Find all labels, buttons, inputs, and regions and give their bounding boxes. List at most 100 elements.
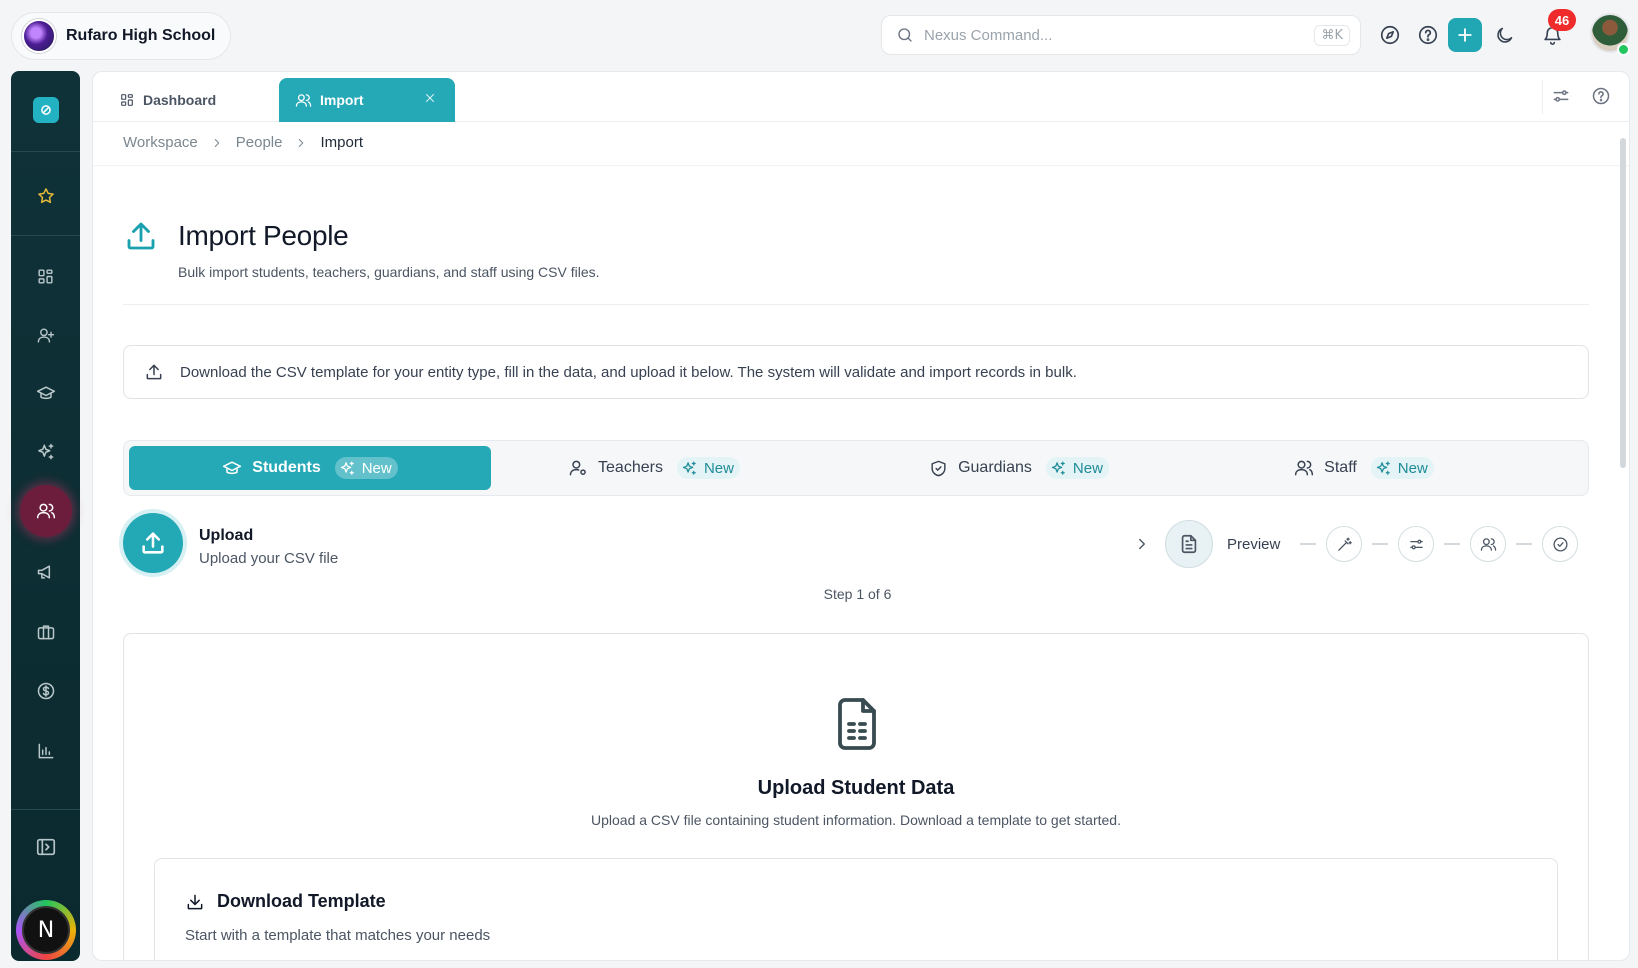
sidebar-divider <box>11 809 80 810</box>
tab-import-label: Import <box>320 92 364 108</box>
entity-tab-teachers[interactable]: Teachers New <box>554 446 754 490</box>
tab-bar: Dashboard Import <box>93 72 1629 122</box>
close-tab-icon[interactable] <box>423 91 437 105</box>
sidebar-divider <box>11 235 80 236</box>
magic-wand-icon <box>1338 536 1352 551</box>
school-switcher[interactable]: Rufaro High School <box>11 12 231 60</box>
breadcrumb-divider <box>93 165 1629 166</box>
breadcrumb-import: Import <box>320 134 363 151</box>
star-icon <box>37 188 54 204</box>
step-counter: Step 1 of 6 <box>823 586 892 602</box>
upload-title: Upload Student Data <box>757 777 955 799</box>
search-placeholder: Nexus Command... <box>924 26 1053 44</box>
main-panel: Dashboard Import Workspace People Import <box>92 71 1630 961</box>
upload-subtitle: Upload a CSV file containing student inf… <box>591 812 1121 828</box>
download-icon <box>187 894 203 909</box>
entity-tab-staff[interactable]: Staff New <box>1279 446 1449 490</box>
compass-icon[interactable] <box>1376 21 1404 49</box>
chevron-right-icon <box>210 136 224 150</box>
entity-tab-guardians[interactable]: Guardians New <box>909 446 1129 490</box>
download-template-subtitle: Start with a template that matches your … <box>185 927 491 944</box>
tab-import[interactable]: Import <box>279 78 455 122</box>
upload-icon <box>142 532 164 554</box>
sparkles-icon <box>37 443 53 460</box>
create-button[interactable] <box>1448 18 1482 52</box>
sidebar-item-portfolio[interactable] <box>11 612 80 652</box>
school-name: Rufaro High School <box>66 27 216 44</box>
breadcrumb-people[interactable]: People <box>236 134 283 151</box>
entity-tab-label: Staff <box>1324 459 1357 476</box>
filter-settings-icon[interactable] <box>1551 86 1571 106</box>
sidebar-item-announcements[interactable] <box>11 552 80 592</box>
sliders-icon <box>1410 539 1423 549</box>
bar-chart-icon <box>38 743 53 759</box>
step-complete[interactable] <box>1542 526 1579 562</box>
sidebar-item-academics[interactable] <box>11 373 80 413</box>
panel-help-icon[interactable] <box>1591 86 1611 106</box>
chevron-right-icon <box>294 136 308 150</box>
current-step-title: Upload <box>199 527 254 544</box>
check-circle-icon <box>1553 536 1568 552</box>
user-initial: N <box>22 906 70 954</box>
sidebar-item-reports[interactable] <box>11 731 80 771</box>
chevron-right-icon <box>1133 535 1151 553</box>
toolbar-divider <box>1542 80 1543 114</box>
sidebar-item-favorites[interactable] <box>11 176 80 216</box>
tab-dashboard[interactable]: Dashboard <box>119 78 216 122</box>
sidebar-brand[interactable] <box>11 90 80 130</box>
breadcrumb-workspace[interactable]: Workspace <box>123 134 198 151</box>
new-badge: New <box>334 457 398 479</box>
user-plus-icon <box>37 327 55 343</box>
sidebar-item-people[interactable] <box>11 481 80 541</box>
users-icon <box>1295 460 1314 476</box>
info-banner: Download the CSV template for your entit… <box>123 345 1589 399</box>
new-badge: New <box>676 457 740 479</box>
entity-tab-label: Students <box>252 459 321 476</box>
breadcrumb: Workspace People Import <box>123 134 363 151</box>
sidebar: N <box>11 71 80 961</box>
dark-mode-icon[interactable] <box>1490 21 1518 49</box>
upload-icon <box>144 362 164 382</box>
download-template-card[interactable]: Download Template Start with a template … <box>154 858 1558 960</box>
entity-tab-students[interactable]: Students New <box>129 446 491 490</box>
notification-badge: 46 <box>1548 9 1576 31</box>
help-icon[interactable] <box>1414 21 1442 49</box>
graduation-cap-icon <box>223 461 242 475</box>
grid-icon <box>38 268 53 284</box>
new-badge: New <box>1045 457 1109 479</box>
step-transform[interactable] <box>1326 526 1363 562</box>
step-preview[interactable] <box>1165 520 1213 568</box>
dollar-icon <box>37 682 54 700</box>
user-menu-badge[interactable]: N <box>16 900 76 960</box>
sidebar-item-finance[interactable] <box>11 671 80 711</box>
search-icon <box>896 26 914 44</box>
file-text-icon <box>1181 534 1197 554</box>
online-status-dot <box>1617 43 1630 56</box>
shield-icon <box>931 460 946 476</box>
sparkles-icon <box>682 460 696 475</box>
entity-tab-label: Guardians <box>958 459 1032 476</box>
user-cog-icon <box>569 460 586 476</box>
upload-card: Upload Student Data Upload a CSV file co… <box>123 633 1589 960</box>
upload-icon <box>123 218 159 254</box>
sidebar-item-add-user[interactable] <box>11 315 80 355</box>
command-search[interactable]: Nexus Command... ⌘K <box>881 15 1361 55</box>
school-logo <box>22 19 56 53</box>
step-mapping[interactable] <box>1398 526 1435 562</box>
info-banner-text: Download the CSV template for your entit… <box>180 363 1077 381</box>
step-review[interactable] <box>1470 526 1507 562</box>
sidebar-item-dashboard[interactable] <box>11 256 80 296</box>
spreadsheet-file-icon <box>833 696 881 752</box>
page-subtitle: Bulk import students, teachers, guardian… <box>178 264 600 280</box>
sparkles-icon <box>340 460 354 475</box>
scrollbar[interactable] <box>1619 124 1627 960</box>
page-title: Import People <box>178 220 349 251</box>
sidebar-divider <box>11 151 80 152</box>
download-template-heading: Download Template <box>185 891 386 912</box>
briefcase-icon <box>37 625 54 640</box>
sidebar-item-ai[interactable] <box>11 432 80 472</box>
users-icon <box>36 503 55 519</box>
entity-type-tabs: Students New Teachers New Guardians New <box>123 440 1589 496</box>
sidebar-collapse-toggle[interactable] <box>11 827 80 867</box>
panel-toggle-icon <box>36 838 55 856</box>
